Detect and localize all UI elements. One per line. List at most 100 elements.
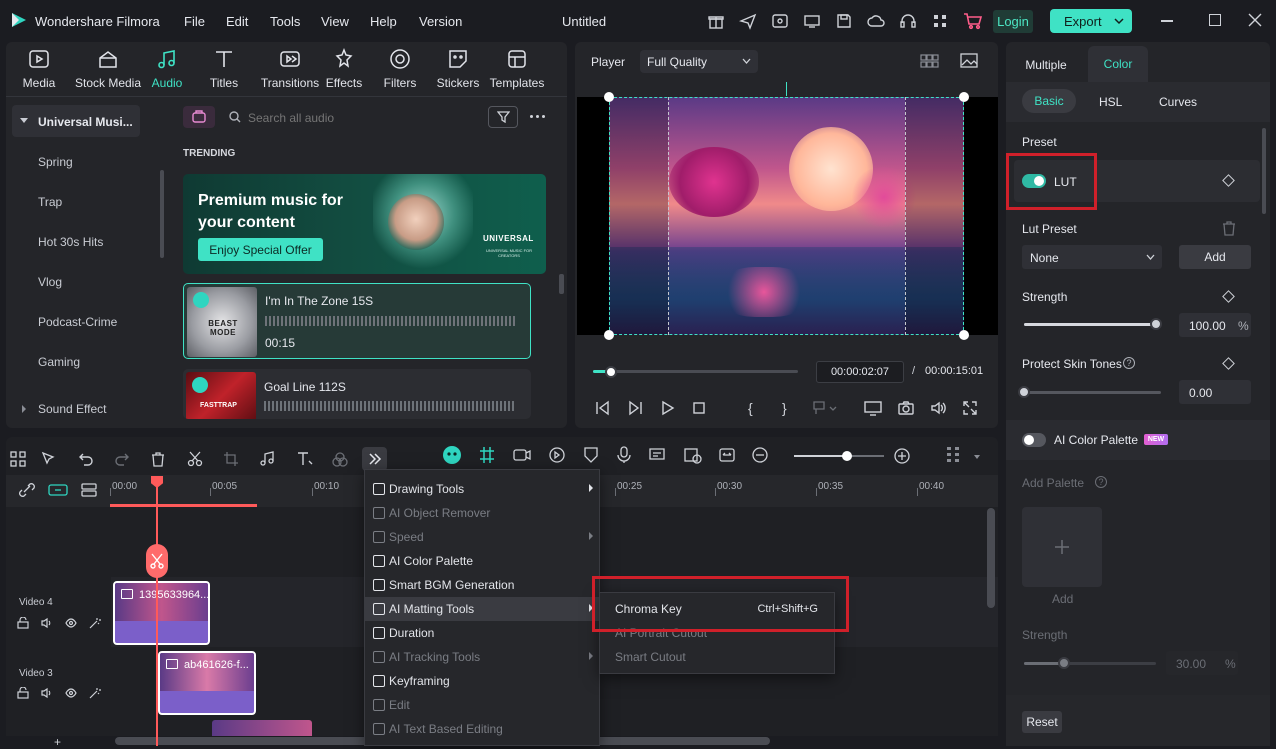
playhead-line[interactable]	[156, 476, 158, 746]
apps-grid-icon[interactable]	[931, 12, 949, 30]
crop-icon[interactable]	[223, 451, 259, 467]
menu-item-ai-matting-tools[interactable]: AI Matting Tools	[365, 597, 601, 621]
menu-item-ai-color-palette[interactable]: AI Color Palette	[365, 549, 601, 573]
library-root-item[interactable]: Universal Musi...	[12, 105, 140, 137]
group-link-icon[interactable]	[48, 482, 68, 498]
slider-knob[interactable]	[842, 451, 852, 461]
grid-view-icon[interactable]	[920, 54, 939, 68]
delete-icon[interactable]	[150, 451, 187, 467]
zoom-out-icon[interactable]	[751, 446, 769, 464]
banner-cta-button[interactable]: Enjoy Special Offer	[198, 238, 323, 261]
menu-item-drawing-tools[interactable]: Drawing Tools	[365, 477, 601, 501]
timeline-clip[interactable]: 1395633964...	[113, 581, 210, 645]
protect-skin-input[interactable]: 0.00	[1179, 380, 1251, 404]
text-tool-icon[interactable]	[296, 451, 332, 467]
export-button[interactable]: Export	[1050, 9, 1132, 33]
volume-icon[interactable]	[930, 400, 946, 416]
selection-box[interactable]	[609, 97, 964, 335]
speed-ramp-icon[interactable]	[547, 446, 567, 464]
fullscreen-icon[interactable]	[962, 400, 978, 416]
resize-handle[interactable]	[959, 92, 969, 102]
save-icon[interactable]	[835, 12, 853, 30]
audio-source-button[interactable]	[183, 106, 215, 128]
toolbar-transitions[interactable]: Transitions	[252, 48, 328, 90]
trash-icon[interactable]	[1222, 221, 1236, 236]
subtab-curves[interactable]: Curves	[1159, 95, 1197, 109]
lock-icon[interactable]	[17, 617, 29, 629]
submenu-item-smart-cutout[interactable]: Smart Cutout	[600, 645, 834, 669]
resize-handle[interactable]	[604, 92, 614, 102]
strength-slider[interactable]	[1024, 318, 1162, 330]
toolbar-audio[interactable]: Audio	[146, 48, 188, 90]
subtab-basic[interactable]: Basic	[1022, 89, 1076, 113]
library-item[interactable]: Trap	[38, 195, 62, 209]
toolbar-effects[interactable]: Effects	[321, 48, 367, 90]
toolbar-stickers[interactable]: Stickers	[434, 48, 482, 90]
more-tools-icon[interactable]	[362, 447, 387, 471]
gift-icon[interactable]	[707, 12, 725, 30]
split-icon[interactable]	[187, 451, 223, 467]
promo-banner[interactable]: Premium music for your content Enjoy Spe…	[183, 174, 546, 274]
cloud-icon[interactable]	[867, 12, 885, 30]
link-icon[interactable]	[18, 482, 36, 498]
timeline-settings-icon[interactable]	[946, 446, 962, 466]
auto-reframe-icon[interactable]	[512, 446, 532, 464]
add-track-icon[interactable]: +	[54, 735, 61, 749]
magic-icon[interactable]	[89, 687, 101, 699]
magnet-snap-icon[interactable]	[477, 446, 497, 464]
toolbar-titles[interactable]: Titles	[201, 48, 247, 90]
stop-icon[interactable]	[691, 400, 741, 416]
close-icon[interactable]	[1248, 13, 1262, 27]
shield-icon[interactable]	[582, 446, 600, 464]
quality-select[interactable]: Full Quality	[640, 50, 758, 73]
zoom-in-icon[interactable]	[893, 447, 911, 465]
track-layout-icon[interactable]	[80, 482, 98, 498]
marker-icon[interactable]	[812, 400, 838, 416]
display-icon[interactable]	[864, 400, 882, 416]
mute-icon[interactable]	[41, 687, 53, 699]
help-icon[interactable]: ?	[1095, 476, 1107, 488]
help-icon[interactable]: ?	[1123, 357, 1135, 369]
camera-icon[interactable]	[898, 400, 914, 416]
magic-icon[interactable]	[89, 617, 101, 629]
eye-icon[interactable]	[65, 687, 77, 699]
library-item[interactable]: Vlog	[38, 275, 62, 289]
fit-width-icon[interactable]	[718, 446, 736, 464]
redo-icon[interactable]	[114, 451, 150, 467]
caret-down-icon[interactable]	[974, 455, 980, 459]
filter-button[interactable]	[488, 106, 518, 128]
library-item[interactable]: Gaming	[38, 355, 80, 369]
menu-item-speed[interactable]: Speed	[365, 525, 601, 549]
resize-handle[interactable]	[959, 330, 969, 340]
audio-track-item[interactable]: BEAST MODE I'm In The Zone 15S 00:15	[183, 283, 531, 359]
subtab-hsl[interactable]: HSL	[1099, 95, 1122, 109]
toolbar-filters[interactable]: Filters	[380, 48, 420, 90]
toolbar-templates[interactable]: Templates	[485, 48, 549, 90]
microphone-icon[interactable]	[615, 446, 633, 464]
menu-item-edit[interactable]: Edit	[365, 693, 601, 717]
menu-item-duration[interactable]: Duration	[365, 621, 601, 645]
lut-preset-select[interactable]: None	[1022, 245, 1162, 269]
media-replace-icon[interactable]	[683, 446, 703, 464]
lut-add-button[interactable]: Add	[1179, 245, 1251, 269]
library-item[interactable]: Spring	[38, 155, 73, 169]
library-sound-effect[interactable]: Sound Effect	[12, 397, 140, 421]
mark-in-icon[interactable]: {	[748, 400, 753, 416]
previous-frame-icon[interactable]	[595, 400, 627, 416]
login-button[interactable]: Login	[993, 10, 1033, 33]
voiceover-icon[interactable]	[648, 446, 668, 464]
strength-input[interactable]: 100.00 %	[1179, 313, 1251, 337]
menu-item-ai-tracking-tools[interactable]: AI Tracking Tools	[365, 645, 601, 669]
headset-icon[interactable]	[899, 12, 917, 30]
reset-button[interactable]: Reset	[1022, 711, 1062, 733]
menu-item-ai-object-remover[interactable]: AI Object Remover	[365, 501, 601, 525]
audio-search-input[interactable]	[248, 108, 468, 128]
snapshot-view-icon[interactable]	[960, 53, 978, 68]
next-frame-icon[interactable]	[627, 400, 659, 416]
menu-item-keyframing[interactable]: Keyframing	[365, 669, 601, 693]
add-palette-tile[interactable]	[1022, 507, 1102, 587]
ai-copilot-icon[interactable]	[442, 445, 462, 465]
resize-handle[interactable]	[604, 330, 614, 340]
palette-strength-slider[interactable]	[1024, 657, 1156, 669]
tab-multiple[interactable]: Multiple	[1006, 48, 1086, 82]
